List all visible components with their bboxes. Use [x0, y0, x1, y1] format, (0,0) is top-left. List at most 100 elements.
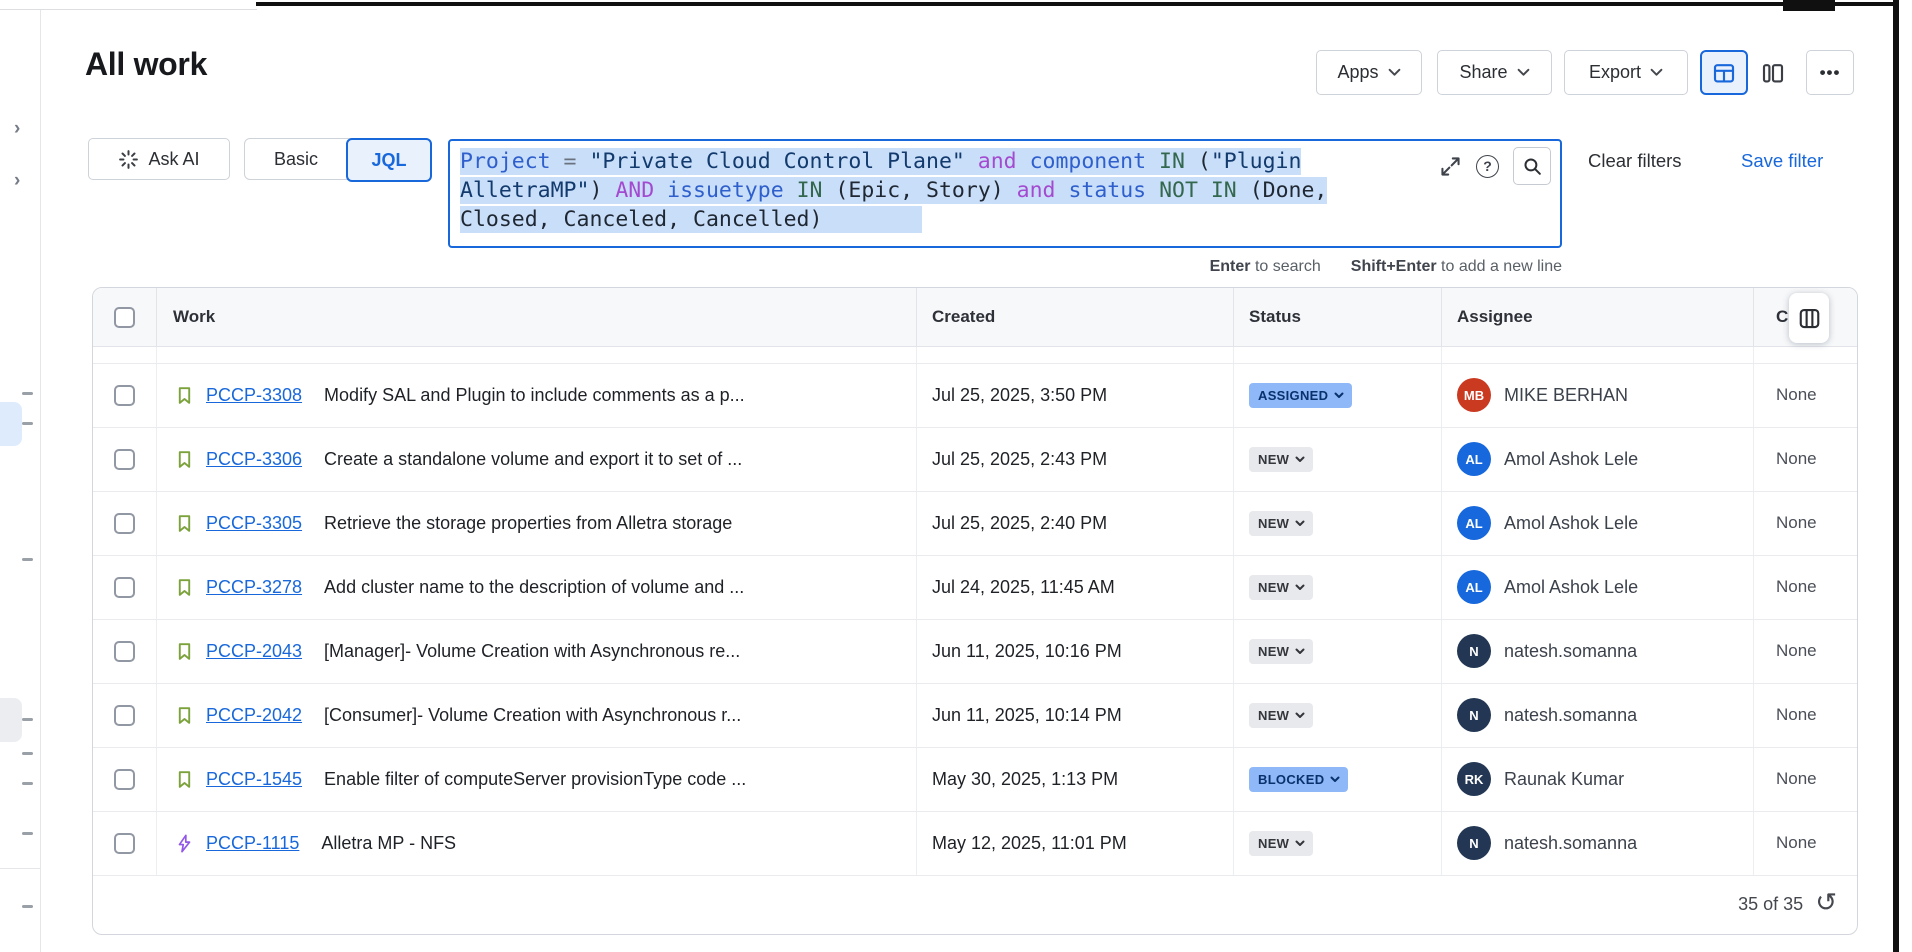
- columns-icon: [1797, 306, 1822, 331]
- column-header-status[interactable]: Status: [1233, 288, 1441, 346]
- issue-summary[interactable]: Alletra MP - NFS: [321, 833, 456, 854]
- assignee-name: Raunak Kumar: [1504, 769, 1624, 790]
- syntax-help-icon[interactable]: ?: [1476, 155, 1499, 178]
- jql-query-text: Project = "Private Cloud Control Plane" …: [460, 147, 1550, 234]
- save-filter-link[interactable]: Save filter: [1741, 150, 1823, 172]
- row-checkbox[interactable]: [114, 833, 135, 854]
- table-row: PCCP-1545 Enable filter of computeServer …: [93, 747, 1857, 811]
- status-pill[interactable]: NEW: [1249, 447, 1313, 472]
- avatar: N: [1457, 826, 1491, 860]
- chevron-down-icon: [1295, 840, 1305, 847]
- view-toggle-grid[interactable]: [1700, 50, 1748, 95]
- mode-jql-tab[interactable]: JQL: [346, 138, 432, 182]
- chevron-down-icon: [1295, 712, 1305, 719]
- jql-query-input[interactable]: Project = "Private Cloud Control Plane" …: [448, 139, 1562, 248]
- capture-right-edge: [1893, 0, 1899, 952]
- status-pill[interactable]: NEW: [1249, 575, 1313, 600]
- issue-key-link[interactable]: PCCP-3305: [206, 513, 302, 534]
- avatar: AL: [1457, 570, 1491, 604]
- table-row: PCCP-2043 [Manager]- Volume Creation with…: [93, 619, 1857, 683]
- search-mode-toggle: Basic JQL: [244, 138, 432, 180]
- created-value: May 12, 2025, 11:01 PM: [932, 833, 1127, 854]
- issue-key-link[interactable]: PCCP-2042: [206, 705, 302, 726]
- more-actions-button[interactable]: •••: [1806, 50, 1854, 95]
- ask-ai-button[interactable]: Ask AI: [88, 138, 230, 180]
- chevron-down-icon: [1295, 456, 1305, 463]
- issue-key-link[interactable]: PCCP-3278: [206, 577, 302, 598]
- issue-summary[interactable]: Enable filter of computeServer provision…: [324, 769, 746, 790]
- status-pill[interactable]: NEW: [1249, 639, 1313, 664]
- last-column-value: None: [1776, 769, 1817, 789]
- issue-summary[interactable]: Add cluster name to the description of v…: [324, 577, 744, 598]
- more-icon: •••: [1820, 63, 1841, 83]
- sidebar-item-fragment: [22, 392, 33, 395]
- configure-columns-button[interactable]: [1789, 293, 1829, 343]
- story-icon: [174, 705, 195, 726]
- hint-enter-key: Enter: [1210, 258, 1251, 275]
- issue-summary[interactable]: [Consumer]- Volume Creation with Asynchr…: [324, 705, 741, 726]
- table-row: PCCP-3308 Modify SAL and Plugin to includ…: [93, 363, 1857, 427]
- ask-ai-label: Ask AI: [148, 149, 199, 170]
- row-checkbox[interactable]: [114, 385, 135, 406]
- issue-summary[interactable]: Create a standalone volume and export it…: [324, 449, 742, 470]
- apps-button[interactable]: Apps: [1316, 50, 1422, 95]
- status-pill[interactable]: ASSIGNED: [1249, 383, 1352, 408]
- story-icon: [174, 449, 195, 470]
- sidebar-selected-item[interactable]: [0, 402, 22, 446]
- row-checkbox[interactable]: [114, 769, 135, 790]
- search-button[interactable]: [1513, 147, 1551, 185]
- row-checkbox[interactable]: [114, 577, 135, 598]
- issue-key-link[interactable]: PCCP-3308: [206, 385, 302, 406]
- sidebar-item-fragment: [22, 558, 33, 561]
- story-icon: [174, 513, 195, 534]
- capture-top-edge: [256, 2, 1894, 6]
- sidebar-item-fragment: [22, 422, 33, 425]
- row-checkbox[interactable]: [114, 513, 135, 534]
- sidebar-item-fragment: [22, 782, 33, 785]
- issue-key-link[interactable]: PCCP-2043: [206, 641, 302, 662]
- chevron-right-icon[interactable]: ›: [14, 170, 20, 192]
- hint-enter-text: to search: [1251, 258, 1321, 275]
- story-icon: [174, 641, 195, 662]
- status-pill[interactable]: NEW: [1249, 511, 1313, 536]
- assignee-name: Amol Ashok Lele: [1504, 449, 1638, 470]
- chevron-down-icon: [1295, 584, 1305, 591]
- issue-key-link[interactable]: PCCP-1545: [206, 769, 302, 790]
- detail-view-icon: [1761, 61, 1785, 85]
- column-header-created[interactable]: Created: [916, 288, 1233, 346]
- assignee-name: natesh.somanna: [1504, 641, 1637, 662]
- column-header-work[interactable]: Work: [156, 288, 916, 346]
- table-row: PCCP-1115 Alletra MP - NFS May 12, 2025, 1…: [93, 811, 1857, 875]
- issue-summary[interactable]: Retrieve the storage properties from All…: [324, 513, 732, 534]
- view-toggle-detail[interactable]: [1754, 50, 1792, 95]
- column-header-assignee[interactable]: Assignee: [1441, 288, 1753, 346]
- search-icon: [1522, 156, 1543, 177]
- status-pill[interactable]: BLOCKED: [1249, 767, 1348, 792]
- created-value: Jun 11, 2025, 10:14 PM: [932, 705, 1122, 726]
- refresh-icon[interactable]: ↺: [1815, 890, 1837, 916]
- share-button[interactable]: Share: [1437, 50, 1552, 95]
- story-icon: [174, 769, 195, 790]
- issue-key-link[interactable]: PCCP-3306: [206, 449, 302, 470]
- table-footer: 35 of 35 ↺: [93, 875, 1857, 934]
- mode-basic-tab[interactable]: Basic: [245, 139, 347, 179]
- export-button[interactable]: Export: [1564, 50, 1688, 95]
- table-row: PCCP-3305 Retrieve the storage properties…: [93, 491, 1857, 555]
- row-checkbox[interactable]: [114, 705, 135, 726]
- assignee-name: MIKE BERHAN: [1504, 385, 1628, 406]
- avatar: AL: [1457, 442, 1491, 476]
- row-checkbox[interactable]: [114, 449, 135, 470]
- issue-summary[interactable]: Modify SAL and Plugin to include comment…: [324, 385, 745, 406]
- expand-icon[interactable]: [1439, 155, 1462, 178]
- sidebar-hovered-item[interactable]: [0, 698, 22, 742]
- clear-filters-button[interactable]: Clear filters: [1588, 150, 1682, 172]
- row-checkbox[interactable]: [114, 641, 135, 662]
- select-all-checkbox[interactable]: [114, 307, 135, 328]
- assignee-name: natesh.somanna: [1504, 833, 1637, 854]
- status-pill[interactable]: NEW: [1249, 703, 1313, 728]
- issue-summary[interactable]: [Manager]- Volume Creation with Asynchro…: [324, 641, 740, 662]
- status-pill[interactable]: NEW: [1249, 831, 1313, 856]
- chevron-right-icon[interactable]: ›: [14, 118, 20, 140]
- work-items-table: Work Created Status Assignee C PCCP-3308…: [92, 287, 1858, 935]
- issue-key-link[interactable]: PCCP-1115: [206, 833, 299, 854]
